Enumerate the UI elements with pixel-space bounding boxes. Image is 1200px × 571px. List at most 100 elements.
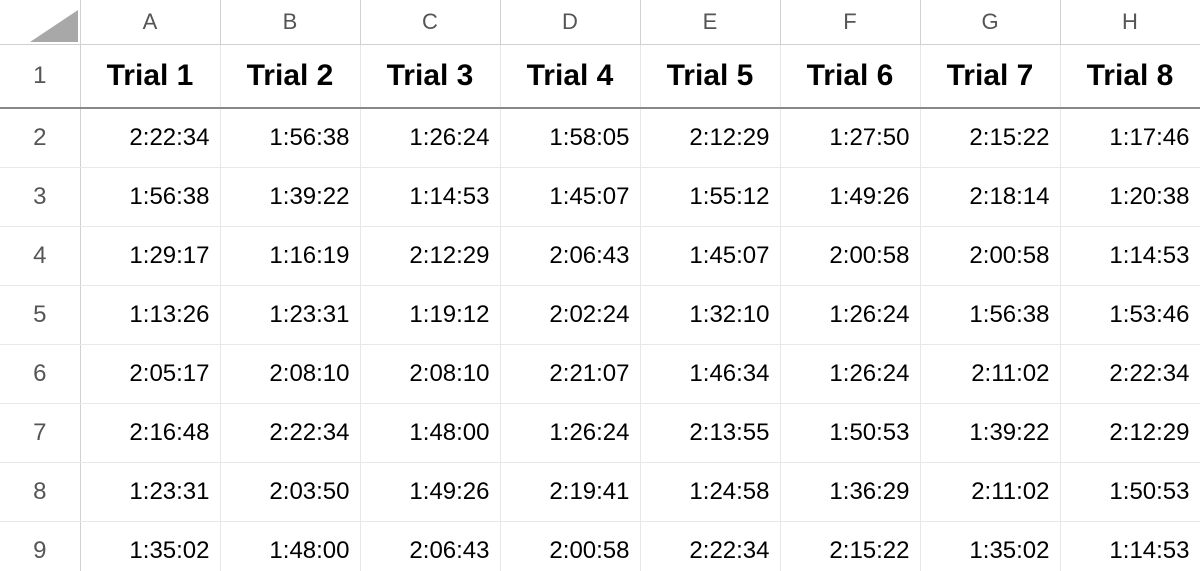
cell-C5[interactable]: 1:19:12 (360, 286, 500, 345)
column-header-C[interactable]: C (360, 0, 500, 45)
cell-F1[interactable]: Trial 6 (780, 45, 920, 109)
cell-G9[interactable]: 1:35:02 (920, 522, 1060, 571)
cell-A1[interactable]: Trial 1 (80, 45, 220, 109)
cell-A5[interactable]: 1:13:26 (80, 286, 220, 345)
cell-A3[interactable]: 1:56:38 (80, 168, 220, 227)
row-6: 6 2:05:17 2:08:10 2:08:10 2:21:07 1:46:3… (0, 345, 1200, 404)
row-8: 8 1:23:31 2:03:50 1:49:26 2:19:41 1:24:5… (0, 463, 1200, 522)
row-2: 2 2:22:34 1:56:38 1:26:24 1:58:05 2:12:2… (0, 108, 1200, 168)
cell-D7[interactable]: 1:26:24 (500, 404, 640, 463)
spreadsheet-grid[interactable]: A B C D E F G H 1 Trial 1 Trial 2 Trial … (0, 0, 1200, 571)
row-header-3[interactable]: 3 (0, 168, 80, 227)
row-3: 3 1:56:38 1:39:22 1:14:53 1:45:07 1:55:1… (0, 168, 1200, 227)
cell-F6[interactable]: 1:26:24 (780, 345, 920, 404)
row-7: 7 2:16:48 2:22:34 1:48:00 1:26:24 2:13:5… (0, 404, 1200, 463)
row-header-4[interactable]: 4 (0, 227, 80, 286)
cell-A8[interactable]: 1:23:31 (80, 463, 220, 522)
cell-B8[interactable]: 2:03:50 (220, 463, 360, 522)
cell-B2[interactable]: 1:56:38 (220, 108, 360, 168)
cell-H2[interactable]: 1:17:46 (1060, 108, 1200, 168)
cell-E6[interactable]: 1:46:34 (640, 345, 780, 404)
column-header-A[interactable]: A (80, 0, 220, 45)
cell-A4[interactable]: 1:29:17 (80, 227, 220, 286)
cell-H1[interactable]: Trial 8 (1060, 45, 1200, 109)
select-all-corner[interactable] (0, 0, 80, 45)
cell-H3[interactable]: 1:20:38 (1060, 168, 1200, 227)
row-header-9[interactable]: 9 (0, 522, 80, 571)
cell-E2[interactable]: 2:12:29 (640, 108, 780, 168)
cell-B5[interactable]: 1:23:31 (220, 286, 360, 345)
cell-F3[interactable]: 1:49:26 (780, 168, 920, 227)
cell-H8[interactable]: 1:50:53 (1060, 463, 1200, 522)
cell-B6[interactable]: 2:08:10 (220, 345, 360, 404)
cell-G5[interactable]: 1:56:38 (920, 286, 1060, 345)
row-header-7[interactable]: 7 (0, 404, 80, 463)
cell-A7[interactable]: 2:16:48 (80, 404, 220, 463)
row-header-5[interactable]: 5 (0, 286, 80, 345)
column-header-D[interactable]: D (500, 0, 640, 45)
column-header-H[interactable]: H (1060, 0, 1200, 45)
column-header-F[interactable]: F (780, 0, 920, 45)
cell-D9[interactable]: 2:00:58 (500, 522, 640, 571)
cell-G8[interactable]: 2:11:02 (920, 463, 1060, 522)
cell-E9[interactable]: 2:22:34 (640, 522, 780, 571)
cell-A9[interactable]: 1:35:02 (80, 522, 220, 571)
cell-D1[interactable]: Trial 4 (500, 45, 640, 109)
cell-C4[interactable]: 2:12:29 (360, 227, 500, 286)
cell-D8[interactable]: 2:19:41 (500, 463, 640, 522)
cell-E7[interactable]: 2:13:55 (640, 404, 780, 463)
cell-G7[interactable]: 1:39:22 (920, 404, 1060, 463)
cell-E8[interactable]: 1:24:58 (640, 463, 780, 522)
cell-D6[interactable]: 2:21:07 (500, 345, 640, 404)
row-header-1[interactable]: 1 (0, 45, 80, 109)
cell-F4[interactable]: 2:00:58 (780, 227, 920, 286)
row-header-2[interactable]: 2 (0, 108, 80, 168)
cell-C8[interactable]: 1:49:26 (360, 463, 500, 522)
cell-D4[interactable]: 2:06:43 (500, 227, 640, 286)
column-header-G[interactable]: G (920, 0, 1060, 45)
cell-H7[interactable]: 2:12:29 (1060, 404, 1200, 463)
cell-F8[interactable]: 1:36:29 (780, 463, 920, 522)
cell-C6[interactable]: 2:08:10 (360, 345, 500, 404)
cell-D2[interactable]: 1:58:05 (500, 108, 640, 168)
cell-C7[interactable]: 1:48:00 (360, 404, 500, 463)
row-1: 1 Trial 1 Trial 2 Trial 3 Trial 4 Trial … (0, 45, 1200, 109)
cell-G1[interactable]: Trial 7 (920, 45, 1060, 109)
cell-B1[interactable]: Trial 2 (220, 45, 360, 109)
cell-E1[interactable]: Trial 5 (640, 45, 780, 109)
cell-B7[interactable]: 2:22:34 (220, 404, 360, 463)
cell-C1[interactable]: Trial 3 (360, 45, 500, 109)
cell-H4[interactable]: 1:14:53 (1060, 227, 1200, 286)
cell-H9[interactable]: 1:14:53 (1060, 522, 1200, 571)
cell-B3[interactable]: 1:39:22 (220, 168, 360, 227)
cell-A6[interactable]: 2:05:17 (80, 345, 220, 404)
cell-B9[interactable]: 1:48:00 (220, 522, 360, 571)
cell-B4[interactable]: 1:16:19 (220, 227, 360, 286)
cell-D3[interactable]: 1:45:07 (500, 168, 640, 227)
cell-E3[interactable]: 1:55:12 (640, 168, 780, 227)
cell-A2[interactable]: 2:22:34 (80, 108, 220, 168)
cell-F5[interactable]: 1:26:24 (780, 286, 920, 345)
row-5: 5 1:13:26 1:23:31 1:19:12 2:02:24 1:32:1… (0, 286, 1200, 345)
cell-G3[interactable]: 2:18:14 (920, 168, 1060, 227)
cell-H6[interactable]: 2:22:34 (1060, 345, 1200, 404)
column-header-E[interactable]: E (640, 0, 780, 45)
cell-H5[interactable]: 1:53:46 (1060, 286, 1200, 345)
cell-E5[interactable]: 1:32:10 (640, 286, 780, 345)
cell-C2[interactable]: 1:26:24 (360, 108, 500, 168)
row-4: 4 1:29:17 1:16:19 2:12:29 2:06:43 1:45:0… (0, 227, 1200, 286)
cell-F9[interactable]: 2:15:22 (780, 522, 920, 571)
cell-G6[interactable]: 2:11:02 (920, 345, 1060, 404)
select-all-triangle-icon (30, 10, 78, 42)
column-header-B[interactable]: B (220, 0, 360, 45)
cell-D5[interactable]: 2:02:24 (500, 286, 640, 345)
cell-F2[interactable]: 1:27:50 (780, 108, 920, 168)
row-header-6[interactable]: 6 (0, 345, 80, 404)
cell-G2[interactable]: 2:15:22 (920, 108, 1060, 168)
cell-F7[interactable]: 1:50:53 (780, 404, 920, 463)
cell-C3[interactable]: 1:14:53 (360, 168, 500, 227)
row-header-8[interactable]: 8 (0, 463, 80, 522)
cell-G4[interactable]: 2:00:58 (920, 227, 1060, 286)
cell-C9[interactable]: 2:06:43 (360, 522, 500, 571)
cell-E4[interactable]: 1:45:07 (640, 227, 780, 286)
